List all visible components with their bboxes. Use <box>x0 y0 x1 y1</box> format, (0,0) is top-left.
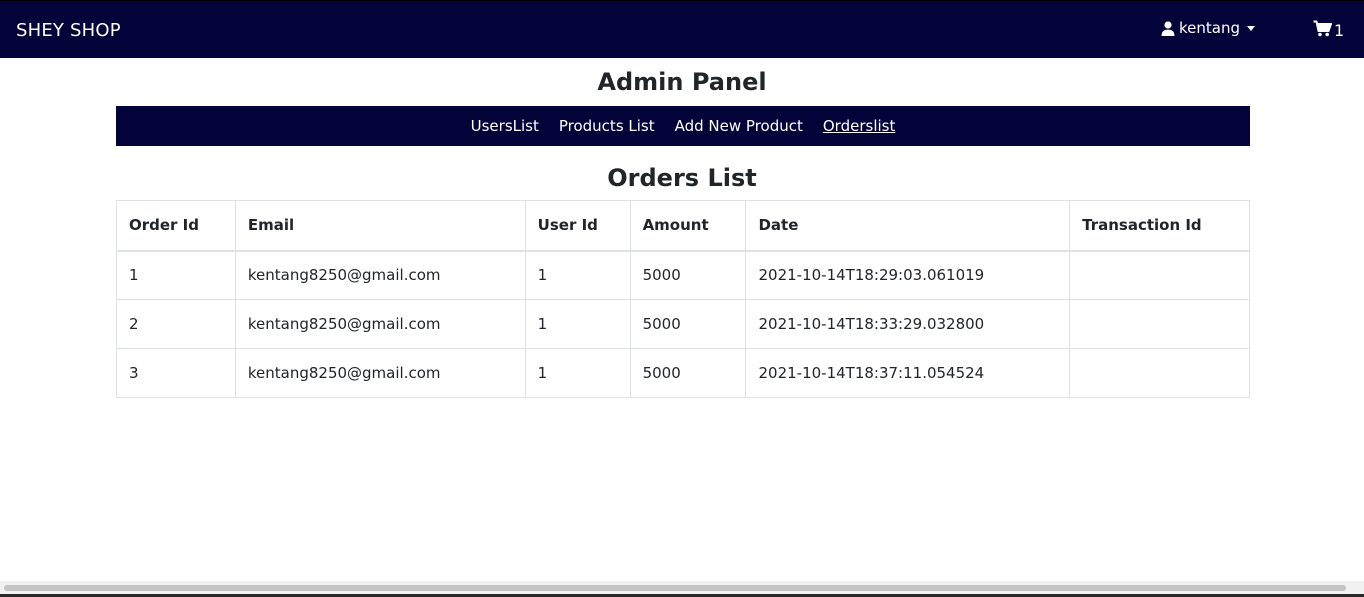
table-header-row: Order Id Email User Id Amount Date Trans… <box>116 200 1250 252</box>
cell-amount: 5000 <box>629 299 747 349</box>
admin-nav-add-new-product[interactable]: Add New Product <box>675 117 803 135</box>
table-row: 1 kentang8250@gmail.com 1 5000 2021-10-1… <box>116 250 1250 300</box>
admin-nav: UsersList Products List Add New Product … <box>116 106 1250 146</box>
user-dropdown-toggle[interactable]: kentang <box>1161 19 1255 37</box>
cell-user-id: 1 <box>524 348 631 398</box>
cell-order-id: 1 <box>116 250 236 300</box>
cart-link[interactable]: 1 <box>1313 20 1344 41</box>
admin-nav-userslist[interactable]: UsersList <box>471 117 539 135</box>
cart-count: 1 <box>1334 21 1345 40</box>
cell-date: 2021-10-14T18:29:03.061019 <box>745 250 1071 300</box>
cart-icon <box>1313 20 1332 41</box>
cell-amount: 5000 <box>629 250 747 300</box>
header-amount: Amount <box>629 200 747 252</box>
header-order-id: Order Id <box>116 200 236 252</box>
username-label: kentang <box>1179 19 1240 37</box>
admin-panel-title: Admin Panel <box>597 68 767 96</box>
cell-transaction-id <box>1069 299 1250 349</box>
header-email: Email <box>234 200 526 252</box>
cell-email: kentang8250@gmail.com <box>234 250 526 300</box>
header-date: Date <box>745 200 1071 252</box>
cell-user-id: 1 <box>524 299 631 349</box>
cell-amount: 5000 <box>629 348 747 398</box>
table-row: 3 kentang8250@gmail.com 1 5000 2021-10-1… <box>116 348 1250 398</box>
table-row: 2 kentang8250@gmail.com 1 5000 2021-10-1… <box>116 299 1250 349</box>
cell-email: kentang8250@gmail.com <box>234 348 526 398</box>
top-navbar: SHEY SHOP kentang 1 <box>0 0 1364 58</box>
cell-user-id: 1 <box>524 250 631 300</box>
user-icon <box>1161 20 1175 36</box>
chevron-down-icon <box>1247 25 1255 31</box>
orders-list-title: Orders List <box>607 164 757 192</box>
cell-transaction-id <box>1069 250 1250 300</box>
cell-email: kentang8250@gmail.com <box>234 299 526 349</box>
brand-link[interactable]: SHEY SHOP <box>16 20 121 41</box>
header-user-id: User Id <box>524 200 631 252</box>
cell-order-id: 2 <box>116 299 236 349</box>
horizontal-scrollbar-thumb[interactable] <box>4 585 1346 591</box>
admin-nav-orderslist[interactable]: Orderslist <box>823 117 895 135</box>
orders-table: Order Id Email User Id Amount Date Trans… <box>116 200 1250 398</box>
cell-order-id: 3 <box>116 348 236 398</box>
header-transaction-id: Transaction Id <box>1069 200 1250 252</box>
cell-transaction-id <box>1069 348 1250 398</box>
cell-date: 2021-10-14T18:33:29.032800 <box>745 299 1071 349</box>
cell-date: 2021-10-14T18:37:11.054524 <box>745 348 1071 398</box>
admin-nav-products-list[interactable]: Products List <box>559 117 655 135</box>
